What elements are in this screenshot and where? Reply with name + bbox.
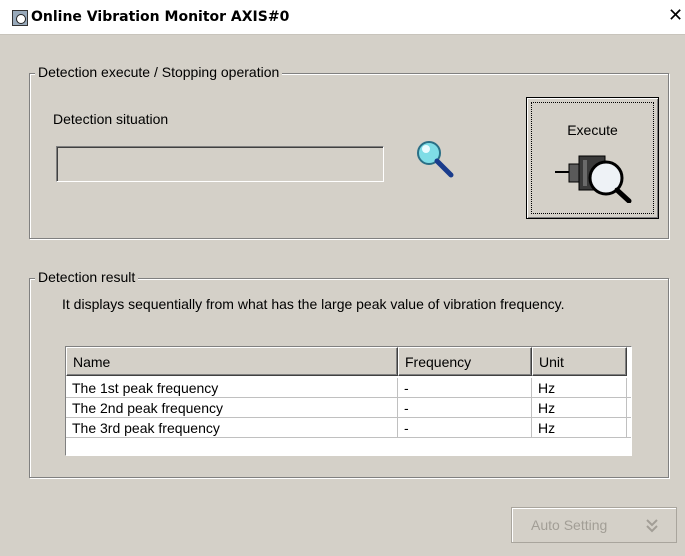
app-monitor-icon <box>12 10 28 26</box>
result-group-legend: Detection result <box>35 269 139 285</box>
table-row[interactable]: The 3rd peak frequency - Hz <box>66 418 631 438</box>
cell-frequency: - <box>398 418 532 438</box>
close-button[interactable]: ✕ <box>666 5 685 27</box>
cell-name: The 2nd peak frequency <box>66 398 398 418</box>
auto-setting-label: Auto Setting <box>531 517 608 533</box>
table-row[interactable]: The 2nd peak frequency - Hz <box>66 398 631 418</box>
double-chevron-down-icon <box>646 519 658 533</box>
cell-unit: Hz <box>532 378 627 398</box>
execute-button-label: Execute <box>567 122 618 138</box>
cell-unit: Hz <box>532 398 627 418</box>
cell-name: The 3rd peak frequency <box>66 418 398 438</box>
cell-unit: Hz <box>532 418 627 438</box>
window-title: Online Vibration Monitor AXIS#0 <box>31 9 290 25</box>
title-bar: Online Vibration Monitor AXIS#0 ✕ <box>0 0 685 35</box>
table-header: Name Frequency Unit <box>66 347 631 376</box>
magnifier-icon <box>417 141 454 178</box>
detection-group-legend: Detection execute / Stopping operation <box>35 64 283 80</box>
column-header-unit[interactable]: Unit <box>532 347 627 376</box>
execute-button[interactable]: Execute <box>526 97 659 219</box>
cell-frequency: - <box>398 398 532 418</box>
column-header-frequency[interactable]: Frequency <box>398 347 532 376</box>
cell-name: The 1st peak frequency <box>66 378 398 398</box>
auto-setting-button[interactable]: Auto Setting <box>511 507 677 543</box>
sensor-magnifier-icon <box>555 155 632 203</box>
result-description: It displays sequentially from what has t… <box>62 296 565 312</box>
cell-frequency: - <box>398 378 532 398</box>
detection-situation-field <box>56 146 384 182</box>
column-header-name[interactable]: Name <box>66 347 398 376</box>
table-row[interactable]: The 1st peak frequency - Hz <box>66 378 631 398</box>
detection-situation-label: Detection situation <box>53 111 169 127</box>
peak-frequency-table[interactable]: Name Frequency Unit The 1st peak frequen… <box>65 346 632 456</box>
